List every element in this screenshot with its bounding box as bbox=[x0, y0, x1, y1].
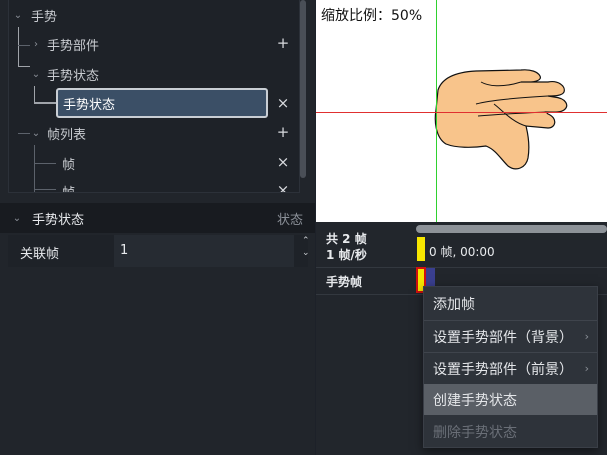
tree-node-frame-1[interactable]: 帧 bbox=[62, 151, 75, 175]
menu-item-label: 设置手势部件（背景） bbox=[433, 329, 573, 346]
menu-item-create-state[interactable]: 创建手势状态 bbox=[424, 384, 597, 415]
hand-image bbox=[434, 69, 568, 170]
chevron-right-icon: › bbox=[584, 330, 589, 343]
chevron-down-icon[interactable]: ⌄ bbox=[10, 213, 24, 224]
tree-connector bbox=[18, 27, 19, 67]
current-frame-time: 0 帧, 00:00 bbox=[429, 245, 495, 259]
app-root: ⌄ 手势 › 手势部件 + ⌄ 手势状态 ⌄ 帧列表 + 帧 × 帧 × 手势状… bbox=[0, 0, 607, 455]
tree-connector bbox=[34, 163, 56, 164]
preview-canvas[interactable]: 缩放比例：50% bbox=[316, 0, 607, 222]
tree-node-frames[interactable]: ⌄ 帧列表 bbox=[29, 121, 86, 145]
linked-frame-label: 关联帧 bbox=[20, 247, 60, 262]
tree-connector bbox=[34, 145, 35, 192]
remove-state-button[interactable]: × bbox=[275, 94, 291, 112]
tree-node-states-label: 手势状态 bbox=[47, 68, 100, 84]
timeline-scrollbar[interactable] bbox=[416, 225, 607, 233]
menu-item-set-parts-foreground[interactable]: 设置手势部件（前景） › bbox=[424, 353, 597, 384]
add-frame-button[interactable]: + bbox=[275, 123, 291, 141]
tree-node-states[interactable]: ⌄ 手势状态 bbox=[29, 62, 99, 86]
spin-up-icon[interactable]: ⌃ bbox=[302, 236, 310, 246]
crosshair-horizontal bbox=[316, 112, 607, 113]
menu-item-label: 添加帧 bbox=[433, 296, 475, 313]
tree-node-frame-1-label: 帧 bbox=[62, 157, 76, 173]
crosshair-vertical bbox=[436, 0, 437, 222]
menu-item-delete-state: 删除手势状态 bbox=[424, 416, 597, 447]
chevron-down-icon[interactable]: ⌄ bbox=[29, 69, 43, 80]
track-label: 手势帧 bbox=[326, 275, 363, 289]
linked-frame-value: 1 bbox=[120, 243, 129, 258]
tree-scrollbar[interactable] bbox=[300, 0, 306, 178]
tree-node-frame-2[interactable]: 帧 bbox=[62, 179, 75, 193]
context-menu: 添加帧 设置手势部件（背景） › 设置手势部件（前景） › 创建手势状态 删除手… bbox=[423, 286, 598, 448]
frame-rate: 1 帧/秒 bbox=[326, 248, 367, 262]
tree-connector bbox=[34, 102, 58, 104]
menu-item-label: 删除手势状态 bbox=[433, 424, 517, 441]
frame-total: 共 2 帧 bbox=[326, 232, 367, 246]
playhead-marker[interactable] bbox=[417, 237, 425, 261]
tree-node-frames-label: 帧列表 bbox=[47, 127, 87, 143]
left-panel: ⌄ 手势 › 手势部件 + ⌄ 手势状态 ⌄ 帧列表 + 帧 × 帧 × 手势状… bbox=[0, 0, 315, 455]
chevron-down-icon[interactable]: ⌄ bbox=[11, 10, 25, 21]
properties-subtitle: 状态 bbox=[276, 212, 303, 228]
linked-frame-row: 关联帧 1 ⌃ ⌄ bbox=[8, 235, 310, 267]
remove-frame-button[interactable]: × bbox=[275, 153, 291, 171]
chevron-right-icon: › bbox=[584, 362, 589, 375]
chevron-down-icon[interactable]: ⌄ bbox=[29, 128, 43, 139]
menu-item-set-parts-background[interactable]: 设置手势部件（背景） › bbox=[424, 321, 597, 352]
state-name-edit[interactable]: 手势状态 bbox=[56, 88, 268, 118]
menu-item-label: 创建手势状态 bbox=[433, 392, 517, 409]
menu-item-label: 设置手势部件（前景） bbox=[433, 361, 573, 378]
linked-frame-input[interactable]: 1 bbox=[114, 235, 294, 267]
chevron-right-icon[interactable]: › bbox=[29, 39, 43, 50]
state-name-edit-text: 手势状态 bbox=[63, 97, 116, 113]
menu-item-add-frame[interactable]: 添加帧 bbox=[424, 288, 597, 319]
timeline-divider bbox=[316, 267, 607, 268]
properties-title: 手势状态 bbox=[32, 212, 85, 228]
add-part-button[interactable]: + bbox=[275, 34, 291, 52]
tree-connector bbox=[34, 86, 35, 103]
spin-down-icon[interactable]: ⌄ bbox=[302, 248, 310, 258]
tree-node-gesture[interactable]: ⌄ 手势 bbox=[11, 3, 57, 27]
properties-header[interactable]: ⌄ 手势状态 状态 bbox=[0, 203, 315, 233]
tree-node-parts[interactable]: › 手势部件 bbox=[29, 32, 99, 56]
tree-node-frame-2-label: 帧 bbox=[62, 185, 76, 193]
remove-frame-button[interactable]: × bbox=[275, 181, 291, 192]
tree-node-gesture-label: 手势 bbox=[31, 9, 58, 25]
tree-connector bbox=[34, 189, 56, 190]
tree-node-parts-label: 手势部件 bbox=[47, 38, 100, 54]
